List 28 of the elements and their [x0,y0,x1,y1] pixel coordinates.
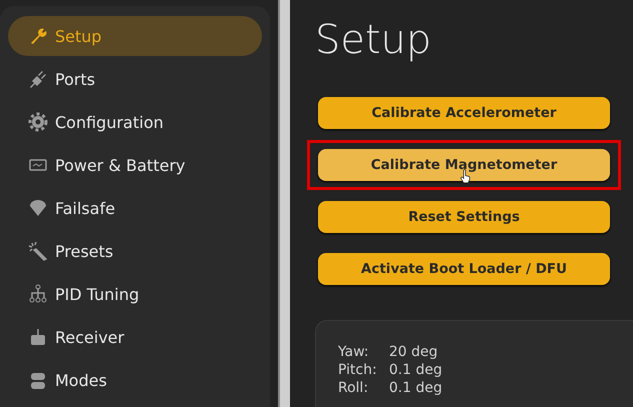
wand-icon [28,241,48,261]
attitude-label: Pitch: [338,362,378,378]
attitude-label: Roll: [338,380,370,396]
page-title: Setup [315,16,432,65]
nav-item[interactable]: PID Tuning [8,274,262,314]
attitude-value: 20 deg [389,344,439,360]
robot-icon [28,327,48,347]
nav-item[interactable]: Receiver [8,317,262,357]
gear-icon [28,112,48,132]
nav-item[interactable]: Failsafe [8,188,262,228]
plug-icon [28,69,48,89]
nav-item[interactable]: Modes [8,360,262,400]
nav-item[interactable]: Ports [8,59,262,99]
hierarchy-icon [28,284,48,304]
parachute-icon [28,198,48,218]
action-button[interactable]: Activate Boot Loader / DFU [318,253,610,285]
nav-item[interactable]: Setup [8,16,262,56]
action-button[interactable]: Calibrate Magnetometer [318,149,610,181]
action-button[interactable]: Reset Settings [318,201,610,233]
attitude-value: 0.1 deg [389,380,442,396]
attitude-value: 0.1 deg [389,362,442,378]
scrollbar[interactable] [278,0,290,407]
nav-item[interactable]: Configuration [8,102,262,142]
action-button[interactable]: Calibrate Accelerometer [318,97,610,129]
toggle-icon [28,370,48,390]
nav-item[interactable]: Presets [8,231,262,271]
nav-item[interactable]: Power & Battery [8,145,262,185]
attitude-label: Yaw: [338,344,370,360]
